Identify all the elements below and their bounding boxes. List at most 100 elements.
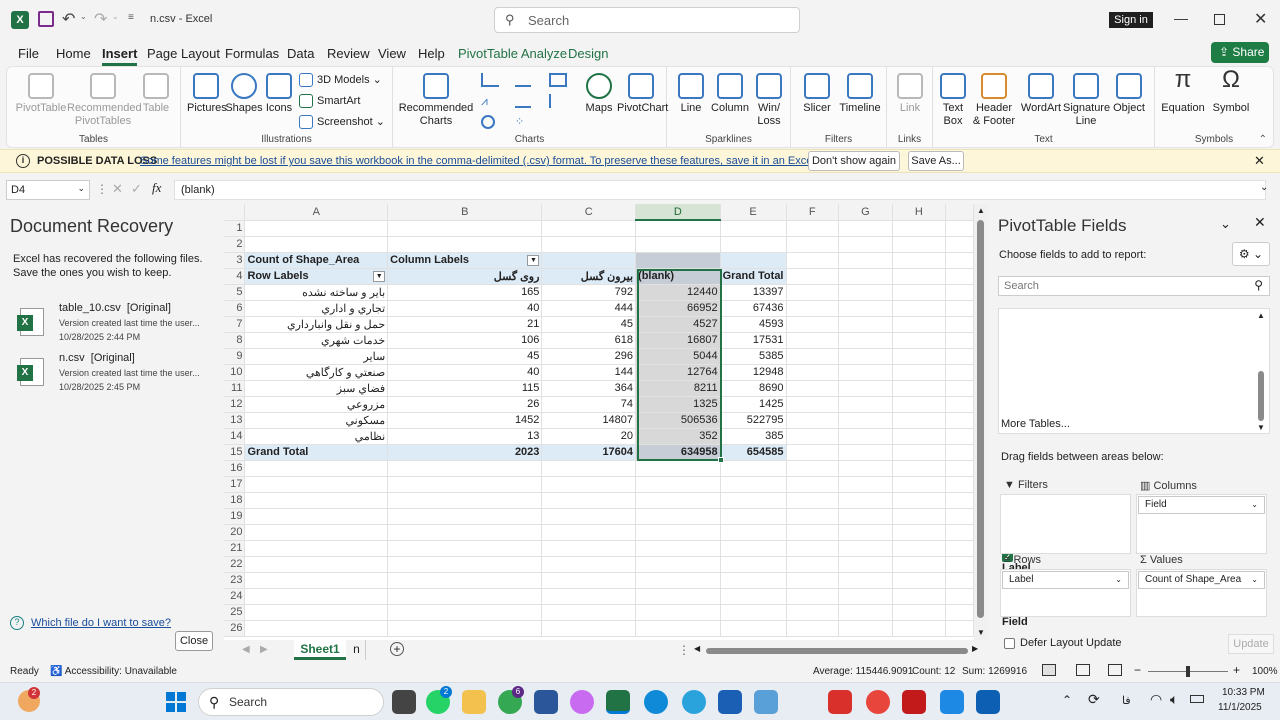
columns-field-chip[interactable]: Field ⌄ — [1138, 496, 1265, 514]
column-header-f[interactable]: F — [786, 204, 840, 221]
row-header[interactable]: 7 — [224, 316, 246, 333]
cell[interactable] — [786, 268, 840, 285]
pivot-value[interactable]: 67436 — [720, 300, 787, 317]
grand-total-label[interactable]: Grand Total — [244, 443, 389, 461]
normal-view-icon[interactable] — [1042, 664, 1056, 676]
cell[interactable] — [786, 604, 840, 621]
close-window-icon[interactable]: ✕ — [1254, 9, 1267, 29]
cell[interactable] — [720, 588, 787, 605]
message-text-link[interactable]: Some features might be lost if you save … — [140, 155, 869, 167]
pivot-value[interactable]: 165 — [387, 284, 543, 301]
cell[interactable] — [786, 588, 840, 605]
line-chart-icon[interactable]: ⩘ — [481, 94, 488, 109]
tab-home[interactable]: Home — [56, 46, 91, 61]
pivot-row-label[interactable]: تجاري و اداري — [244, 300, 389, 317]
paint-icon[interactable] — [940, 690, 964, 714]
cell[interactable] — [838, 508, 893, 525]
vertical-scrollbar[interactable]: ▲ ▼ — [974, 204, 988, 640]
cell[interactable] — [635, 236, 721, 253]
column-labels-filter-icon[interactable]: ▼ — [527, 255, 540, 266]
next-sheet-icon[interactable]: ▶ — [260, 644, 268, 655]
header-footer-button[interactable]: Header & Footer — [971, 73, 1017, 128]
cell[interactable] — [387, 572, 543, 589]
hierarchy-chart-icon[interactable] — [549, 73, 567, 87]
sheet-tab-n[interactable]: n — [348, 640, 366, 660]
cell[interactable] — [838, 300, 893, 317]
cell[interactable] — [838, 396, 893, 413]
pivot-column-header[interactable]: روی گسل — [387, 268, 543, 285]
update-button[interactable]: Update — [1228, 634, 1274, 654]
column-chart-icon[interactable] — [481, 73, 499, 87]
cell[interactable] — [541, 492, 637, 509]
cell[interactable] — [244, 540, 389, 557]
language-indicator[interactable]: فا — [1122, 694, 1131, 707]
restore-icon[interactable] — [1214, 14, 1225, 25]
clock-date[interactable]: 11/1/2025 — [1218, 702, 1262, 713]
select-all-corner[interactable] — [224, 204, 246, 221]
minimize-icon[interactable]: — — [1174, 10, 1188, 26]
cell[interactable] — [786, 300, 840, 317]
cell[interactable] — [244, 604, 389, 621]
cell[interactable] — [720, 220, 787, 237]
fill-handle[interactable] — [718, 457, 724, 463]
pivot-value[interactable]: 26 — [387, 396, 543, 413]
pivottable-button[interactable]: PivotTable — [15, 73, 67, 115]
scroll-right-icon[interactable]: ▶ — [972, 644, 978, 653]
sheet-tab-sheet1[interactable]: Sheet1 — [294, 640, 346, 660]
cell[interactable] — [892, 364, 947, 381]
cell[interactable] — [541, 236, 637, 253]
row-header[interactable]: 17 — [224, 476, 246, 493]
cell[interactable] — [838, 572, 893, 589]
cell[interactable] — [541, 476, 637, 493]
slicer-button[interactable]: Slicer — [797, 73, 837, 115]
cell[interactable] — [892, 332, 947, 349]
cell[interactable] — [387, 220, 543, 237]
cell[interactable] — [786, 284, 840, 301]
cell[interactable] — [720, 572, 787, 589]
pivot-column-header[interactable]: بیرون گسل — [541, 268, 637, 285]
cell[interactable] — [838, 332, 893, 349]
3d-models-button[interactable]: 3D Models ⌄ — [299, 73, 382, 88]
pivot-value[interactable]: 385 — [720, 428, 787, 445]
save-as-button[interactable]: Save As... — [908, 151, 964, 171]
cell[interactable] — [387, 604, 543, 621]
cell[interactable] — [838, 268, 893, 285]
row-header[interactable]: 3 — [224, 252, 246, 269]
cancel-formula-icon[interactable]: ✕ — [112, 181, 123, 197]
cell[interactable] — [892, 524, 947, 541]
cell[interactable] — [892, 236, 947, 253]
telegram-icon[interactable] — [682, 690, 706, 714]
cell[interactable] — [786, 540, 840, 557]
tab-formulas[interactable]: Formulas — [225, 46, 279, 61]
cell[interactable] — [786, 332, 840, 349]
object-button[interactable]: Object — [1109, 73, 1149, 115]
cell[interactable] — [892, 316, 947, 333]
cell[interactable] — [838, 412, 893, 429]
pivot-value[interactable]: 792 — [541, 284, 637, 301]
zoom-thumb[interactable] — [1186, 666, 1190, 677]
column-header-e[interactable]: E — [720, 204, 787, 221]
sync-icon[interactable]: ⟳ — [1088, 691, 1100, 708]
symbol-button[interactable]: Ω Symbol — [1211, 68, 1251, 115]
text-box-button[interactable]: Text Box — [937, 73, 969, 128]
row-header[interactable]: 5 — [224, 284, 246, 301]
cell[interactable] — [541, 508, 637, 525]
columns-drop-area[interactable]: Field ⌄ — [1136, 494, 1267, 554]
formula-input[interactable]: (blank) — [174, 180, 1266, 200]
cell[interactable] — [635, 524, 721, 541]
cell[interactable] — [720, 476, 787, 493]
row-header[interactable]: 20 — [224, 524, 246, 541]
cell[interactable] — [892, 460, 947, 477]
cell[interactable] — [786, 476, 840, 493]
dont-show-again-button[interactable]: Don't show again — [808, 151, 900, 171]
close-recovery-button[interactable]: Close — [175, 631, 213, 651]
name-box-dropdown-icon[interactable]: ⌄ — [77, 183, 85, 194]
tab-design[interactable]: Design — [568, 46, 608, 61]
bar-chart-icon[interactable] — [515, 73, 531, 87]
row-header[interactable]: 22 — [224, 556, 246, 573]
pivot-value[interactable]: 13397 — [720, 284, 787, 301]
cell[interactable] — [838, 428, 893, 445]
cell[interactable] — [720, 508, 787, 525]
pivot-row-label[interactable]: مزروعي — [244, 396, 389, 413]
collapse-ribbon-icon[interactable]: ⌃ — [1259, 134, 1267, 145]
